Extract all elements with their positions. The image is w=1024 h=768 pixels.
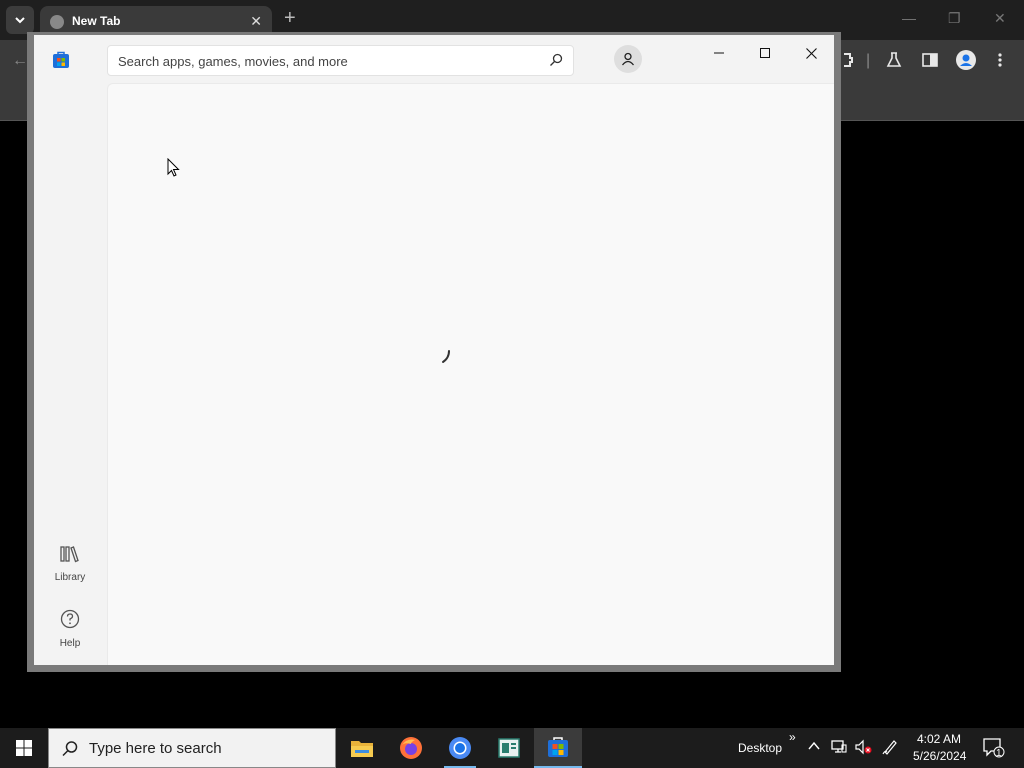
- clock-date[interactable]: 5/26/2024: [913, 749, 966, 763]
- labs-flask-icon[interactable]: [886, 52, 902, 73]
- tab-close-button[interactable]: ✕: [250, 13, 262, 30]
- pen-icon[interactable]: [882, 739, 898, 758]
- store-content-area: [107, 83, 834, 665]
- profile-avatar-icon[interactable]: [956, 50, 976, 75]
- chrome-menu-icon[interactable]: [998, 52, 1002, 73]
- library-icon: [60, 546, 79, 563]
- desktop-toolbar-label[interactable]: Desktop: [738, 741, 782, 755]
- taskbar-chrome[interactable]: [436, 728, 484, 768]
- store-window: Library Help: [27, 32, 841, 672]
- sidebar-item-library[interactable]: Library: [34, 545, 106, 583]
- notifications-count: 1: [996, 748, 1002, 759]
- firefox-icon: [400, 737, 422, 759]
- store-logo-icon: [53, 51, 69, 68]
- store-window-body: Library Help: [34, 35, 834, 665]
- network-icon[interactable]: [831, 739, 847, 758]
- sidebar-item-help[interactable]: Help: [34, 609, 106, 649]
- store-icon: [548, 737, 568, 757]
- store-maximize-button[interactable]: [751, 41, 779, 65]
- loading-spinner-icon: [442, 350, 450, 363]
- show-hidden-icons-button[interactable]: [807, 739, 821, 756]
- search-icon[interactable]: [549, 53, 563, 67]
- maximize-icon: [760, 48, 770, 58]
- taskbar-search-placeholder: Type here to search: [89, 740, 222, 757]
- back-button[interactable]: ←: [12, 52, 28, 70]
- extensions-icon[interactable]: [842, 52, 854, 73]
- taskbar-app[interactable]: [485, 728, 533, 768]
- chrome-restore-button[interactable]: ❐: [948, 10, 961, 27]
- taskbar-microsoft-store[interactable]: [534, 728, 582, 768]
- sidebar-item-label: Help: [59, 638, 81, 649]
- start-button[interactable]: [0, 728, 48, 768]
- search-icon: [62, 741, 78, 757]
- chevron-down-icon: [15, 17, 25, 24]
- globe-icon: [50, 15, 64, 29]
- sidebar-item-label: Library: [54, 572, 86, 583]
- account-button[interactable]: [614, 45, 642, 73]
- store-search-input[interactable]: [118, 52, 538, 70]
- taskbar-file-explorer[interactable]: [338, 728, 386, 768]
- toolbar-overflow-chevron[interactable]: »: [789, 730, 796, 744]
- store-close-button[interactable]: [797, 41, 825, 65]
- person-icon: [621, 52, 635, 66]
- minimize-icon: [714, 52, 724, 54]
- chrome-icon: [449, 737, 471, 759]
- store-titlebar: [34, 35, 834, 83]
- tab-title: New Tab: [72, 14, 121, 28]
- tab-search-button[interactable]: [6, 6, 34, 34]
- taskbar: Type here to search Desktop » 4:02 AM 5/…: [0, 728, 1024, 768]
- chrome-close-button[interactable]: ✕: [994, 10, 1006, 27]
- close-icon: [805, 47, 817, 59]
- side-panel-icon[interactable]: [922, 52, 938, 73]
- store-search-box[interactable]: [107, 45, 574, 76]
- app-window-icon: [498, 738, 520, 758]
- folder-icon: [351, 741, 373, 757]
- toolbar-divider: |: [866, 52, 871, 69]
- mouse-cursor-icon: [167, 158, 180, 177]
- taskbar-firefox[interactable]: [387, 728, 435, 768]
- volume-muted-icon[interactable]: [855, 739, 873, 758]
- taskbar-search-box[interactable]: Type here to search: [48, 728, 336, 768]
- help-icon: [60, 609, 80, 629]
- store-sidebar: Library Help: [34, 83, 106, 665]
- store-minimize-button[interactable]: [705, 41, 733, 65]
- clock-time[interactable]: 4:02 AM: [917, 732, 961, 746]
- new-tab-button[interactable]: +: [284, 8, 296, 28]
- chevron-up-icon: [808, 741, 820, 750]
- chrome-minimize-button[interactable]: —: [902, 10, 916, 26]
- windows-logo-icon: [16, 740, 32, 756]
